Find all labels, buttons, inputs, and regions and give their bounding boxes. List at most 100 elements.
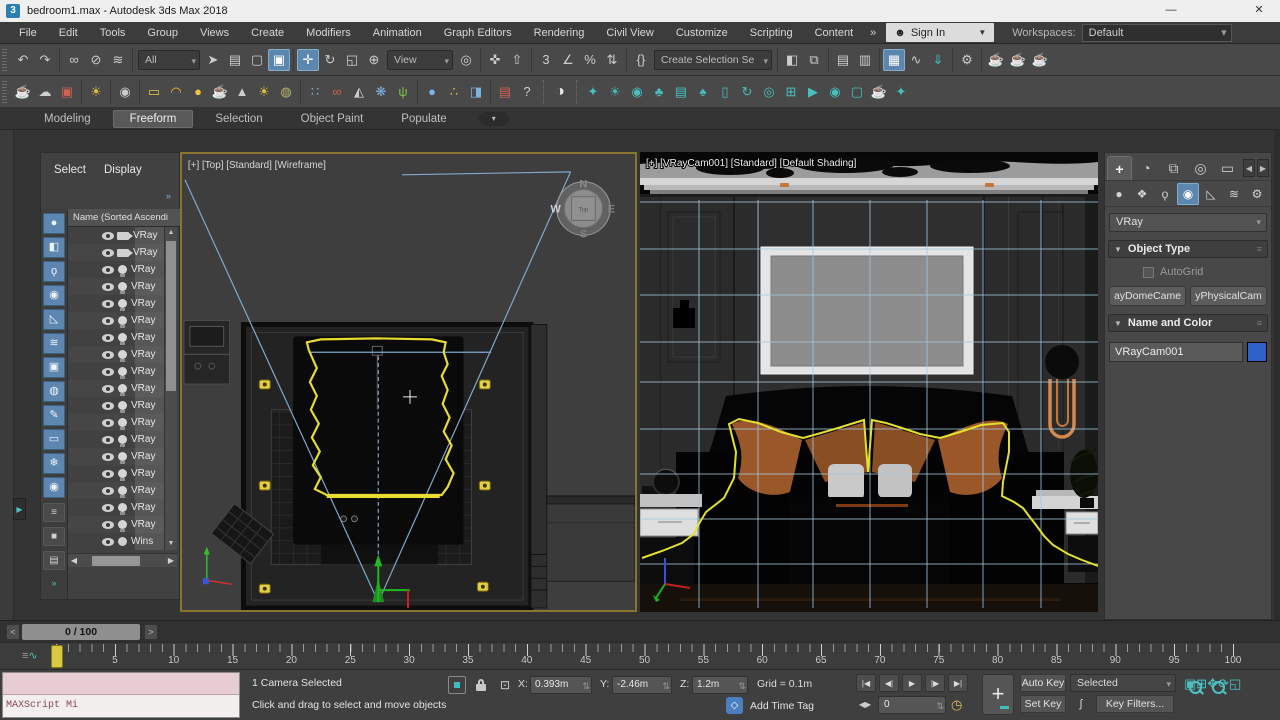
display-containers-icon[interactable]: ▭: [43, 429, 65, 450]
selection-set-dropdown[interactable]: Selected: [1070, 674, 1176, 692]
maximize-viewport-icon[interactable]: ◱: [1229, 676, 1241, 691]
visibility-eye-icon[interactable]: [102, 452, 114, 461]
isolate-selection-icon[interactable]: [448, 676, 466, 694]
visibility-eye-icon[interactable]: [102, 333, 114, 342]
visibility-eye-icon[interactable]: [102, 384, 114, 393]
list-item[interactable]: VRay: [68, 414, 164, 431]
track-bar[interactable]: ≡∿ 0510152025303540455055606570758085909…: [0, 642, 1280, 670]
go-to-end-icon[interactable]: ▶|: [948, 674, 968, 692]
select-and-link-icon[interactable]: ∞: [63, 49, 85, 71]
panel-expand-arrow[interactable]: ▶: [13, 498, 26, 520]
use-pivot-center-icon[interactable]: ◎: [455, 49, 477, 71]
list-item[interactable]: VRay: [68, 312, 164, 329]
display-all-icon[interactable]: ●: [43, 213, 65, 234]
ribbon-tab[interactable]: Selection: [199, 111, 278, 127]
vray-physical-camera-button[interactable]: yPhysicalCam: [1190, 286, 1267, 306]
picture-frame[interactable]: [760, 246, 974, 375]
menu-item[interactable]: Customize: [665, 27, 739, 39]
reference-coordinate-dropdown[interactable]: View: [387, 49, 453, 70]
minimize-button[interactable]: —: [1156, 0, 1186, 21]
percent-snap-icon[interactable]: %: [579, 49, 601, 71]
snaps-toggle-icon[interactable]: 3: [535, 49, 557, 71]
explorer-display-menu[interactable]: Display: [104, 164, 142, 176]
vray-dome-camera-button[interactable]: ayDomeCame: [1109, 286, 1186, 306]
window-icon[interactable]: ▢: [846, 81, 868, 103]
mirror-icon[interactable]: ◧: [781, 49, 803, 71]
key-filters-button[interactable]: Key Filters...: [1096, 695, 1174, 713]
select-and-move-icon[interactable]: ✛: [297, 48, 319, 71]
display-spacewarps-icon[interactable]: ≋: [43, 333, 65, 354]
layers-stack-icon[interactable]: ◎: [758, 81, 780, 103]
corona-light-icon[interactable]: ✦: [582, 81, 604, 103]
explorer-select-menu[interactable]: Select: [54, 164, 86, 176]
sun-light-icon[interactable]: ☀: [253, 81, 275, 103]
list-item[interactable]: VRay: [68, 499, 164, 516]
next-frame-icon[interactable]: |▶: [925, 674, 945, 692]
previous-frame-button[interactable]: <: [6, 624, 20, 640]
scrollbar-thumb[interactable]: [92, 555, 140, 566]
vray-fur-icon[interactable]: ❋: [370, 81, 392, 103]
visibility-eye-icon[interactable]: [102, 537, 114, 546]
dresser-wireframe[interactable]: [183, 320, 231, 385]
visibility-eye-icon[interactable]: [102, 316, 114, 325]
list-item[interactable]: VRay: [68, 448, 164, 465]
viewport-split-icon[interactable]: ⊞: [780, 81, 802, 103]
align-icon[interactable]: ⧉: [803, 49, 825, 71]
time-configuration-icon[interactable]: ◷: [951, 697, 962, 713]
create-tab-icon[interactable]: +: [1107, 156, 1132, 180]
play-icon[interactable]: ▶: [902, 674, 922, 692]
chaos-cloud-icon[interactable]: ☁: [34, 81, 56, 103]
workspaces-dropdown[interactable]: Default: [1081, 23, 1232, 42]
menu-item[interactable]: Civil View: [595, 27, 664, 39]
dome-light-icon[interactable]: ◠: [165, 81, 187, 103]
light-array-icon[interactable]: ∷: [304, 81, 326, 103]
time-slider-thumb[interactable]: 0 / 100: [22, 624, 140, 640]
dome-camera-icon[interactable]: ◭: [348, 81, 370, 103]
scroll-left-icon[interactable]: ◀: [68, 556, 80, 565]
list-item[interactable]: VRay: [68, 295, 164, 312]
display-frozen-icon[interactable]: ❄: [43, 453, 65, 474]
menu-item[interactable]: Create: [240, 27, 295, 39]
zoom-extents-icon[interactable]: ▣: [1184, 676, 1196, 691]
systems-category-icon[interactable]: ⚙: [1246, 183, 1268, 205]
rect-light-icon[interactable]: ▭: [143, 81, 165, 103]
object-name-field[interactable]: VRayCam001: [1109, 342, 1243, 362]
material-sphere-icon[interactable]: ●: [421, 81, 443, 103]
help-icon[interactable]: ?: [516, 81, 538, 103]
scroll-down-icon[interactable]: ▼: [165, 538, 177, 550]
menu-item[interactable]: Views: [189, 27, 240, 39]
redo-icon[interactable]: ↷: [34, 49, 56, 71]
menu-item[interactable]: Group: [136, 27, 189, 39]
hierarchy-tab-icon[interactable]: ⧉: [1161, 156, 1186, 180]
display-geometry-icon[interactable]: ◧: [43, 237, 65, 258]
rendered-frame-icon[interactable]: ☕: [985, 49, 1007, 71]
display-lights-icon[interactable]: ϙ: [43, 261, 65, 282]
bulb-gear-icon[interactable]: ✦: [890, 81, 912, 103]
list-item[interactable]: VRay: [68, 397, 164, 414]
list-item[interactable]: VRay: [68, 431, 164, 448]
named-selection-sets-icon[interactable]: {}: [630, 49, 652, 71]
ribbon-tab[interactable]: Object Paint: [285, 111, 380, 127]
display-cameras-icon[interactable]: ◉: [43, 285, 65, 306]
motion-tab-icon[interactable]: ◎: [1188, 156, 1213, 180]
ribbon-overflow-icon[interactable]: ▾: [478, 111, 509, 126]
menu-item[interactable]: Edit: [48, 27, 89, 39]
visibility-eye-icon[interactable]: [102, 401, 114, 410]
new-key-mode-icon[interactable]: ʃ: [1070, 695, 1092, 713]
dope-sheet-icon[interactable]: ⇓: [927, 49, 949, 71]
tab-scroll-right-icon[interactable]: ▶: [1257, 159, 1269, 177]
teapot-icon[interactable]: ☕: [868, 81, 890, 103]
tab-scroll-left-icon[interactable]: ◀: [1243, 159, 1255, 177]
zoom-extents-all-icon[interactable]: ⊞: [1196, 676, 1207, 691]
z-coordinate-field[interactable]: 1.2m: [692, 676, 748, 694]
menu-item[interactable]: Modifiers: [295, 27, 362, 39]
list-item[interactable]: VRay: [68, 380, 164, 397]
menu-item[interactable]: Rendering: [523, 27, 596, 39]
select-and-place-icon[interactable]: ⊕: [363, 49, 385, 71]
object-color-swatch[interactable]: [1247, 342, 1267, 362]
forest-tree-icon[interactable]: ♣: [648, 81, 670, 103]
override-material-icon[interactable]: ◨: [465, 81, 487, 103]
vray-proxy-icon[interactable]: ∞: [326, 81, 348, 103]
spinner-snap-icon[interactable]: ⇅: [601, 49, 623, 71]
explorer-overflow-icon[interactable]: »: [166, 191, 171, 201]
